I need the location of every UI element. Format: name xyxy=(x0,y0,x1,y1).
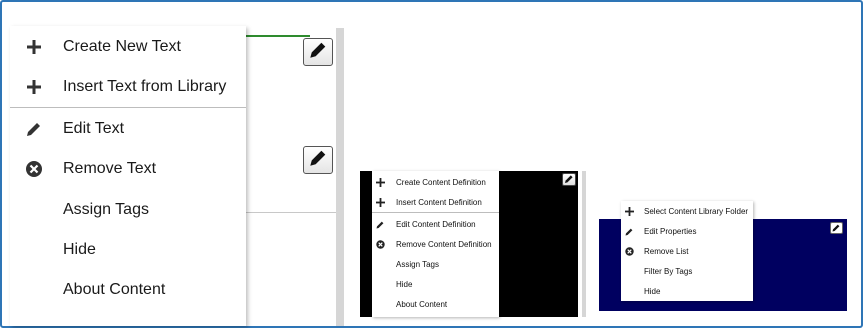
menu-item-label: Remove Content Definition xyxy=(396,239,492,249)
menu-item-label: Hide xyxy=(396,279,413,289)
menu-item-about-content[interactable]: About Content xyxy=(10,270,246,310)
menu-item-label: Edit Content Definition xyxy=(396,219,476,229)
menu-item-insert-content-definition[interactable]: Insert Content Definition xyxy=(372,192,499,212)
menu-item-select-content-library-folder[interactable]: Select Content Library Folder xyxy=(621,201,753,221)
menu-item-label: Assign Tags xyxy=(396,259,439,269)
menu-item-remove-content-definition[interactable]: Remove Content Definition xyxy=(372,234,499,254)
pencil-icon xyxy=(372,220,389,229)
pencil-icon xyxy=(621,227,638,236)
menu-item-edit-properties[interactable]: Edit Properties xyxy=(621,221,753,241)
menu-item-assign-tags[interactable]: Assign Tags xyxy=(372,254,499,274)
menu-separator xyxy=(372,212,499,213)
menu-item-label: Edit Text xyxy=(63,120,125,137)
menu-item-assign-tags[interactable]: Assign Tags xyxy=(10,190,246,230)
pencil-icon xyxy=(832,219,841,237)
remove-circle-icon xyxy=(10,160,58,178)
edit-list-button[interactable] xyxy=(830,222,843,234)
menu-item-insert-text-from-library[interactable]: Insert Text from Library xyxy=(10,67,246,107)
menu-item-edit-text[interactable]: Edit Text xyxy=(10,109,246,149)
menu-item-filter-by-tags[interactable]: Filter By Tags xyxy=(621,261,753,281)
menu-item-label: Create Content Definition xyxy=(396,177,486,187)
edit-content-button[interactable] xyxy=(303,146,333,174)
menu-item-label: Remove List xyxy=(644,246,689,256)
plus-icon xyxy=(621,206,638,216)
edit-content-button[interactable] xyxy=(303,38,333,66)
menu-separator xyxy=(10,107,246,108)
panel-scrollbar[interactable] xyxy=(582,171,586,317)
menu-item-label: About Content xyxy=(396,299,448,309)
menu-item-hide[interactable]: Hide xyxy=(621,281,753,301)
menu-item-remove-list[interactable]: Remove List xyxy=(621,241,753,261)
context-menu-content-library: Select Content Library Folder Edit Prope… xyxy=(621,201,753,301)
plus-icon xyxy=(10,39,58,55)
menu-item-hide[interactable]: Hide xyxy=(10,230,246,270)
menu-item-label: Insert Text from Library xyxy=(63,78,227,95)
menu-item-label: Assign Tags xyxy=(63,201,149,218)
menu-item-label: Hide xyxy=(63,241,96,258)
menu-item-create-content-definition[interactable]: Create Content Definition xyxy=(372,172,499,192)
pencil-icon xyxy=(10,120,58,138)
context-menu-text: Create New Text Insert Text from Library… xyxy=(10,26,246,326)
plus-icon xyxy=(372,177,389,187)
plus-icon xyxy=(372,197,389,207)
menu-item-label: Create New Text xyxy=(63,38,181,55)
pencil-icon xyxy=(308,40,328,65)
edit-content-button[interactable] xyxy=(562,173,576,186)
menu-item-label: About Content xyxy=(63,281,166,298)
menu-item-label: Filter By Tags xyxy=(644,266,693,276)
pencil-icon xyxy=(564,171,574,189)
menu-item-create-new-text[interactable]: Create New Text xyxy=(10,27,246,67)
menu-item-label: Insert Content Definition xyxy=(396,197,482,207)
remove-circle-icon xyxy=(372,239,389,249)
menu-item-about-content[interactable]: About Content xyxy=(372,294,499,314)
menu-item-label: Select Content Library Folder xyxy=(644,206,749,216)
panel-scrollbar[interactable] xyxy=(336,28,344,326)
pencil-icon xyxy=(308,148,328,173)
menu-item-label: Hide xyxy=(644,286,661,296)
context-menu-content-definition: Create Content Definition Insert Content… xyxy=(372,171,499,317)
menu-item-label: Edit Properties xyxy=(644,226,697,236)
menu-item-edit-content-definition[interactable]: Edit Content Definition xyxy=(372,214,499,234)
menu-item-hide[interactable]: Hide xyxy=(372,274,499,294)
menu-item-label: Remove Text xyxy=(63,160,157,177)
menu-item-remove-text[interactable]: Remove Text xyxy=(10,149,246,189)
remove-circle-icon xyxy=(621,246,638,256)
plus-icon xyxy=(10,79,58,95)
